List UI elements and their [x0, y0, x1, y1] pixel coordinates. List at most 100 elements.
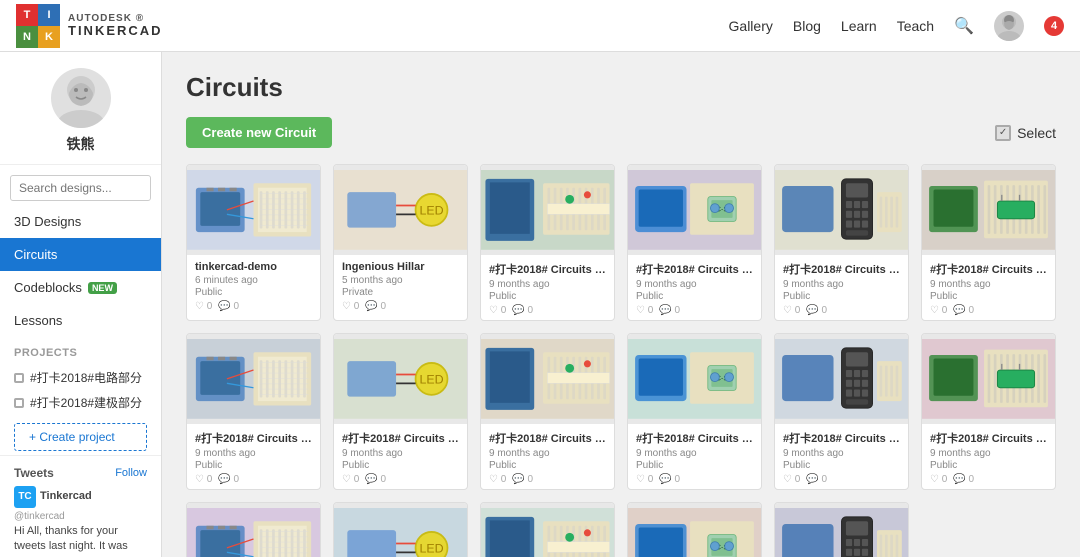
select-area[interactable]: ✓ Select — [995, 125, 1056, 141]
select-checkbox[interactable]: ✓ — [995, 125, 1011, 141]
circuit-visibility: Public — [489, 291, 606, 302]
circuit-thumbnail — [187, 503, 320, 557]
tweet-avatar: TC — [14, 486, 36, 508]
layout: 铁熊 3D Designs Circuits Codeblocks NEW Le… — [0, 52, 1080, 557]
circuit-info: #打卡2018# Circuits 16 - 超...9 months agoP… — [628, 424, 761, 489]
logo-cell-i: I — [38, 4, 60, 26]
circuit-card[interactable]: #打卡2018# Circuits 8 - ...9 months agoPub… — [774, 502, 909, 557]
circuit-meta: 9 months agoPublic♡ 0💬 0 — [636, 279, 753, 316]
circuit-meta: 9 months agoPublic♡ 0💬 0 — [489, 448, 606, 485]
create-project-button[interactable]: + Create project — [14, 423, 147, 451]
circuit-stats: ♡ 0 💬 0 — [342, 301, 459, 312]
circuit-card[interactable]: LED Ingenious Hillar5 months agoPrivate♡… — [333, 164, 468, 321]
circuit-visibility: Private — [342, 287, 459, 298]
project-label: #打卡2018#建极部分 — [30, 394, 142, 411]
sidebar-item-lessons[interactable]: Lessons — [0, 304, 161, 337]
circuit-card[interactable]: #打卡2018# Circuits 6 - 蜂...9 months agoPu… — [480, 502, 615, 557]
create-circuit-button[interactable]: Create new Circuit — [186, 117, 332, 148]
circuit-thumbnail: LED — [334, 334, 467, 424]
tweets-section: Tweets Follow TC Tinkercad @tinkercad Hi… — [0, 455, 161, 557]
sidebar-item-circuits[interactable]: Circuits — [0, 238, 161, 271]
sidebar-profile: 铁熊 — [0, 52, 161, 165]
circuit-visibility: Public — [636, 291, 753, 302]
circuit-card[interactable]: #打卡2018# Circuits 2 - 给L...9 months agoP… — [480, 333, 615, 490]
tweet-text: Hi All, thanks for your tweets last nigh… — [14, 524, 147, 557]
circuit-info: #打卡2018# Circuits 2 - 给L...9 months agoP… — [481, 424, 614, 489]
circuit-card[interactable]: #打卡2018# Circuits 15 - 红... 9 months agoP… — [774, 333, 909, 490]
circuit-name: #打卡2018# Circuits 13 - 超... — [195, 430, 312, 446]
circuit-thumbnail — [481, 165, 614, 255]
notification-badge[interactable]: 4 — [1044, 16, 1064, 36]
search-icon[interactable]: 🔍 — [954, 16, 974, 36]
circuit-info: #打卡2018# Circuits 4 - 呼...9 months agoPu… — [628, 255, 761, 320]
comment-stat: 💬 0 — [365, 301, 386, 312]
project-dot — [14, 373, 24, 383]
circuit-thumbnail: LED — [334, 165, 467, 255]
circuit-visibility: Public — [783, 460, 900, 471]
circuits-grid: tinkercad-demo6 minutes agoPublic♡ 0💬 0 … — [186, 164, 1056, 557]
circuit-card[interactable]: #打卡2018# Circuits 9 - 光...9 months agoPu… — [186, 502, 321, 557]
circuit-info: #打卡2018# Circuits 10 - 说...9 months agoP… — [922, 255, 1055, 320]
circuit-card[interactable]: LED #打卡2018# Circuits 1 - 点亮...9 months … — [333, 333, 468, 490]
circuit-card[interactable]: tinkercad-demo6 minutes agoPublic♡ 0💬 0 — [186, 164, 321, 321]
circuit-time: 6 minutes ago — [195, 275, 312, 286]
circuit-info: #打卡2018# Circuits 8 - Ard...9 months ago… — [481, 255, 614, 320]
project-item-1[interactable]: #打卡2018#电路部分 — [14, 365, 147, 390]
circuit-visibility: Public — [783, 291, 900, 302]
circuit-thumbnail: LED — [334, 503, 467, 557]
username: 铁熊 — [67, 134, 95, 154]
circuit-meta: 9 months agoPublic♡ 0💬 0 — [342, 448, 459, 485]
circuit-thumbnail — [922, 165, 1055, 255]
nav-teach[interactable]: Teach — [897, 18, 934, 34]
circuit-card[interactable]: #打卡2018# Circuits 10 - 说...9 months agoP… — [921, 164, 1056, 321]
follow-link[interactable]: Follow — [115, 467, 147, 479]
header: T I N K AUTODESK ® TINKERCAD Gallery Blo… — [0, 0, 1080, 52]
user-avatar[interactable] — [994, 11, 1024, 41]
search-input[interactable] — [10, 175, 151, 201]
circuit-card[interactable]: HC-SR #打卡2018# Circuits 5 - 稳...9 months… — [627, 502, 762, 557]
circuit-card[interactable]: #打卡2018# Circuits 13 - 超...9 months agoP… — [186, 333, 321, 490]
circuit-card[interactable]: #打卡2018# Circuits 14 - 红...9 months agoP… — [921, 333, 1056, 490]
circuit-card[interactable]: #打卡2018# Circuits 11 - 人...9 months agoP… — [774, 164, 909, 321]
circuit-stats: ♡ 0💬 0 — [636, 305, 753, 316]
circuit-stats: ♡ 0💬 0 — [195, 474, 312, 485]
nav-gallery[interactable]: Gallery — [729, 18, 773, 34]
circuit-thumbnail — [775, 334, 908, 424]
circuit-stats: ♡ 0💬 0 — [636, 474, 753, 485]
like-stat: ♡ 0 — [342, 301, 359, 312]
new-badge: NEW — [88, 282, 117, 294]
like-stat: ♡ 0 — [489, 474, 506, 485]
circuit-card[interactable]: HC-SR #打卡2018# Circuits 4 - 呼...9 months… — [627, 164, 762, 321]
circuit-meta: 9 months agoPublic ♡ 0💬 0 — [783, 448, 900, 485]
circuit-name: #打卡2018# Circuits 4 - 呼... — [636, 261, 753, 277]
circuit-time: 9 months ago — [783, 448, 900, 459]
main-content: Circuits Create new Circuit ✓ Select — [162, 52, 1080, 557]
circuit-stats: ♡ 0💬 0 — [783, 474, 900, 485]
sidebar-item-3d-designs[interactable]: 3D Designs — [0, 205, 161, 238]
circuit-card[interactable]: #打卡2018# Circuits 8 - Ard...9 months ago… — [480, 164, 615, 321]
circuit-info: #打卡2018# Circuits 11 - 人...9 months agoP… — [775, 255, 908, 320]
circuit-info: #打卡2018# Circuits 13 - 超...9 months agoP… — [187, 424, 320, 489]
circuit-stats: ♡ 0💬 0 — [195, 301, 312, 312]
sidebar-item-codeblocks[interactable]: Codeblocks NEW — [0, 271, 161, 304]
circuit-card[interactable]: HC-SR #打卡2018# Circuits 16 - 超...9 month… — [627, 333, 762, 490]
like-stat: ♡ 0 — [930, 474, 947, 485]
projects-section: Projects #打卡2018#电路部分 #打卡2018#建极部分 — [0, 337, 161, 419]
logo-area[interactable]: T I N K AUTODESK ® TINKERCAD — [16, 4, 163, 48]
circuit-visibility: Public — [195, 287, 312, 298]
tweet-item-1: TC Tinkercad @tinkercad Hi All, thanks f… — [14, 486, 147, 557]
like-stat: ♡ 0 — [195, 474, 212, 485]
project-item-2[interactable]: #打卡2018#建极部分 — [14, 390, 147, 415]
nav-blog[interactable]: Blog — [793, 18, 821, 34]
comment-stat: 💬 0 — [659, 305, 680, 316]
circuit-name: #打卡2018# Circuits 15 - 红... — [783, 430, 900, 446]
sidebar-item-label: Codeblocks — [14, 280, 82, 295]
nav-learn[interactable]: Learn — [841, 18, 877, 34]
select-label: Select — [1017, 125, 1056, 141]
circuit-name: #打卡2018# Circuits 14 - 红... — [930, 430, 1047, 446]
tweet-name: Tinkercad — [40, 489, 92, 504]
circuit-card[interactable]: LED #打卡2018# Circuits 7 - Ard...9 months… — [333, 502, 468, 557]
circuit-stats: ♡ 0💬 0 — [342, 474, 459, 485]
comment-stat: 💬 0 — [512, 305, 533, 316]
circuit-name: #打卡2018# Circuits 16 - 超... — [636, 430, 753, 446]
